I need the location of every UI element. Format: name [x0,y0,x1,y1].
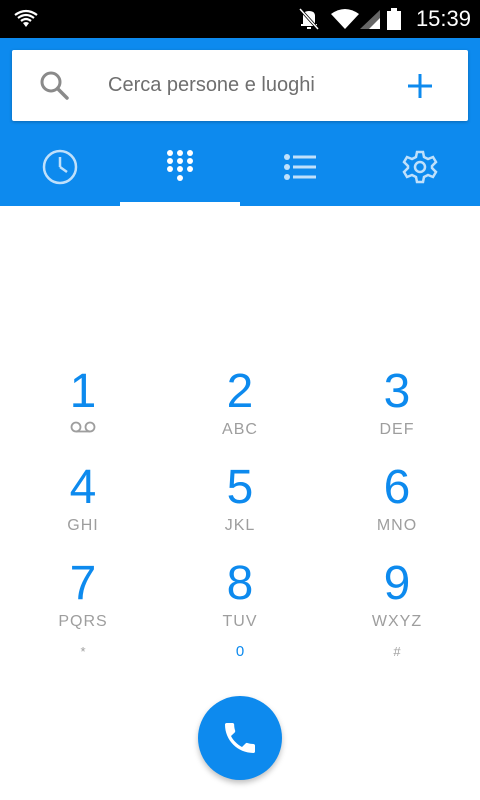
key-letters: PQRS [58,613,108,630]
key-star[interactable]: * [53,640,113,664]
phone-icon [225,723,255,753]
status-bar: 15:39 [0,0,480,38]
cell-signal-icon [358,0,382,38]
key-digit: 3 [383,365,411,418]
key-digit: 2 [226,365,254,418]
search-icon[interactable] [38,69,72,103]
key-digit: 5 [226,461,254,514]
key-5[interactable]: 5 JKL [175,462,305,552]
call-button[interactable] [198,696,282,780]
tab-recents[interactable] [0,128,120,206]
key-digit: 4 [69,461,97,514]
tab-dialpad[interactable] [120,128,240,206]
key-letters: TUV [222,613,258,630]
key-6[interactable]: 6 MNO [332,462,462,552]
gear-icon [402,150,438,184]
key-0[interactable]: 0 [210,640,270,664]
key-3[interactable]: 3 DEF [332,366,462,456]
key-letters: ABC [222,421,258,438]
tab-bar [0,128,480,206]
key-4[interactable]: 4 GHI [18,462,148,552]
key-letters: DEF [379,421,415,438]
mute-icon [298,0,320,38]
clock-icon [42,149,78,185]
key-letters: MNO [376,517,418,534]
clock-time: 15:39 [415,6,471,31]
wifi-signal-icon [330,0,360,38]
key-digit: 7 [69,557,97,610]
list-icon [284,154,316,180]
tab-contacts[interactable] [240,128,360,206]
battery-icon [386,0,402,38]
dialpad-icon [167,150,193,181]
key-2[interactable]: 2 ABC [175,366,305,456]
search-placeholder[interactable]: Cerca persone e luoghi [108,50,315,121]
key-digit: 6 [383,461,411,514]
search-box[interactable]: Cerca persone e luoghi [12,50,468,121]
key-letters: WXYZ [371,613,423,630]
key-8[interactable]: 8 TUV [175,558,305,648]
plus-icon[interactable] [404,70,436,102]
app-bar: Cerca persone e luoghi [0,38,480,206]
key-7[interactable]: 7 PQRS [18,558,148,648]
key-digit: 1 [69,365,97,418]
key-hash[interactable]: # [367,640,427,664]
key-9[interactable]: 9 WXYZ [332,558,462,648]
voicemail-icon [18,420,148,440]
tab-settings[interactable] [360,128,480,206]
wifi-icon [14,0,38,38]
key-digit: 8 [226,557,254,610]
key-letters: JKL [224,517,256,534]
selected-tab-indicator [120,202,240,206]
key-1[interactable]: 1 [18,366,148,456]
key-letters: GHI [67,517,99,534]
key-digit: 9 [383,557,411,610]
